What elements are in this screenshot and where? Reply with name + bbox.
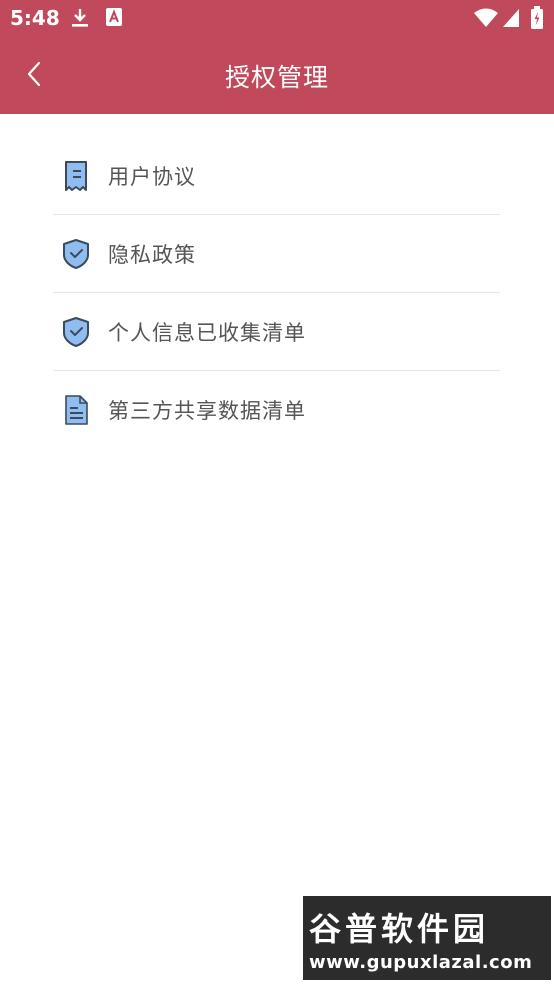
list-item-third-party-data[interactable]: 第三方共享数据清单	[53, 371, 500, 448]
watermark-title: 谷普软件园	[309, 910, 490, 948]
page-title: 授权管理	[224, 63, 329, 92]
cell-signal-icon	[502, 8, 520, 32]
list-item-label: 第三方共享数据清单	[108, 398, 306, 423]
site-watermark: 谷普软件园 www.gupuxlazal.com	[303, 896, 551, 980]
list-item-collected-info[interactable]: 个人信息已收集清单	[53, 293, 500, 371]
list-item-label: 用户协议	[108, 164, 196, 189]
document-agreement-icon	[61, 160, 91, 192]
a-app-icon	[105, 7, 123, 31]
list-item-user-agreement[interactable]: 用户协议	[53, 137, 500, 215]
app-bar: 授权管理	[0, 36, 554, 114]
status-time: 5:48	[10, 6, 60, 30]
battery-icon	[530, 6, 544, 34]
list-item-privacy-policy[interactable]: 隐私政策	[53, 215, 500, 293]
shield-check-icon	[61, 238, 91, 270]
list-item-label: 隐私政策	[108, 242, 196, 267]
status-bar: 5:48	[0, 0, 554, 36]
shield-check-icon	[61, 316, 91, 348]
download-icon	[70, 7, 90, 33]
watermark-url: www.gupuxlazal.com	[309, 952, 533, 973]
authorization-list: 用户协议 隐私政策 个人信息已收集清单 第三方共享数据清单	[53, 137, 500, 448]
document-list-icon	[61, 394, 91, 426]
wifi-icon	[474, 8, 498, 32]
list-item-label: 个人信息已收集清单	[108, 320, 306, 345]
